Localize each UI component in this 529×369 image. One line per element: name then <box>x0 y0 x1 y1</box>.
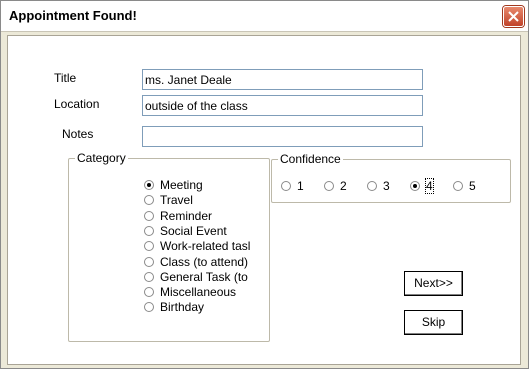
title-label: Title <box>54 71 77 85</box>
notes-label: Notes <box>62 127 94 141</box>
radio-button-icon <box>144 271 154 282</box>
close-button[interactable] <box>503 6 524 27</box>
title-bar[interactable]: Appointment Found! <box>1 1 528 32</box>
radio-label: 1 <box>297 179 304 193</box>
radio-button-icon <box>144 210 154 221</box>
next-button[interactable]: Next>> <box>404 271 463 296</box>
dialog-content: Title ms. Janet Deale Location outside o… <box>7 35 521 365</box>
radio-label: Social Event <box>160 223 227 238</box>
location-label: Location <box>54 97 100 111</box>
radio-button-icon <box>324 181 334 191</box>
radio-label: 5 <box>469 179 476 193</box>
skip-button[interactable]: Skip <box>404 310 463 335</box>
radio-label: Miscellaneous <box>160 285 237 300</box>
radio-label: 2 <box>340 179 347 193</box>
radio-label: Class (to attend) <box>160 254 249 269</box>
close-icon <box>508 11 519 22</box>
radio-button-icon <box>144 256 154 267</box>
title-field[interactable]: ms. Janet Deale <box>142 69 423 90</box>
radio-button-icon <box>410 181 420 191</box>
radio-button-icon <box>453 181 463 191</box>
radio-button-icon <box>367 181 377 191</box>
radio-label: Work-related tasl <box>160 239 251 254</box>
radio-label: Reminder <box>160 208 213 223</box>
radio-label: 3 <box>383 179 390 193</box>
radio-label: Meeting <box>160 178 203 192</box>
category-group-title: Category <box>75 151 128 165</box>
window-title: Appointment Found! <box>9 8 137 23</box>
notes-field[interactable] <box>142 126 423 147</box>
radio-label: General Task (to <box>160 269 248 284</box>
radio-label: Travel <box>160 193 193 208</box>
radio-label: Birthday <box>160 300 205 315</box>
appointment-dialog: Appointment Found! Title ms. Janet Deale… <box>0 0 529 369</box>
radio-button-icon <box>144 225 154 236</box>
confidence-group-title: Confidence <box>278 152 343 166</box>
radio-button-icon <box>144 180 154 190</box>
radio-label: 4 <box>425 178 434 194</box>
radio-button-icon <box>281 181 291 191</box>
location-field[interactable]: outside of the class <box>142 95 423 116</box>
